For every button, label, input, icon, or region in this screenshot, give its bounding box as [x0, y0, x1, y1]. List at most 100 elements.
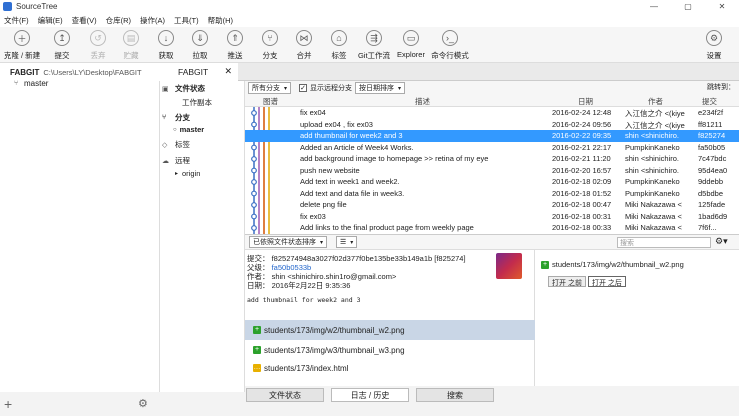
maximize-button[interactable]: ▢	[671, 0, 705, 13]
commit-hash: 125fade	[698, 200, 726, 209]
fetch-icon: ↓	[158, 30, 174, 46]
clone-button[interactable]: ＋ 克隆 / 新建	[4, 28, 40, 61]
file-sort-dropdown[interactable]: 已依照文件状态排序 ▾	[249, 236, 328, 248]
terminal-button[interactable]: ›_ 命令行模式	[431, 28, 469, 61]
branch-icon: ⑂	[14, 80, 19, 87]
commit-date: 2016-02-18 00:31	[552, 211, 612, 221]
nav-branch-master[interactable]: ○ master	[160, 125, 245, 134]
commit-author: shin <shinichiro.	[625, 154, 679, 163]
fetch-button[interactable]: ↓ 获取	[148, 28, 184, 61]
close-tab-icon[interactable]: ✕	[224, 66, 232, 77]
table-row[interactable]: delete png file 2016-02-18 00:47 Miki Naka…	[245, 199, 739, 211]
commit-author: Miki Nakazawa <	[625, 223, 682, 232]
commit-date: 2016-02-24 12:48	[552, 108, 612, 117]
table-row[interactable]: add background image to homepage >> reti…	[245, 153, 739, 165]
tag-button[interactable]: ⌂ 标签	[321, 28, 357, 61]
file-item[interactable]: + students/173/img/w2/thumbnail_w2.png	[245, 320, 535, 340]
table-row[interactable]: Add text and data file in week3. 2016-02-…	[245, 188, 739, 200]
gitflow-button[interactable]: ⇶ Git工作流	[356, 28, 392, 61]
commit-description: upload ex04 , fix ex03	[300, 119, 373, 129]
menu-edit[interactable]: 编辑(E)	[38, 15, 63, 26]
menu-view[interactable]: 查看(V)	[72, 15, 97, 26]
commit-author: PumpkinKaneko	[625, 188, 680, 198]
file-item[interactable]: … students/173/index.html	[245, 358, 535, 378]
branch-filter-dropdown[interactable]: 所有分支 ▾	[248, 82, 292, 94]
show-remote-checkbox[interactable]: ✓ 显示远程分支	[299, 83, 352, 93]
minimize-button[interactable]: —	[637, 0, 671, 13]
push-button[interactable]: ⇑ 推送	[217, 28, 253, 61]
menu-actions[interactable]: 操作(A)	[140, 15, 165, 26]
menu-repository[interactable]: 仓库(R)	[106, 15, 131, 26]
commit-author: PumpkinKaneko	[625, 142, 680, 152]
stash-button[interactable]: ▤ 贮藏	[113, 28, 149, 61]
discard-icon: ↺	[90, 30, 106, 46]
table-row[interactable]: fix ex04 2016-02-24 12:48 入江信之介 <(kiye e234…	[245, 107, 739, 119]
menu-tools[interactable]: 工具(T)	[174, 15, 199, 26]
nav-remotes[interactable]: ☁ 远程	[160, 155, 245, 166]
col-graph[interactable]: 图谱	[263, 96, 278, 107]
merge-button[interactable]: ⋈ 合并	[286, 28, 322, 61]
expand-arrow-icon[interactable]: ▸	[175, 170, 178, 177]
table-row[interactable]: Added an Article of Week4 Works. 2016-02-…	[245, 142, 739, 154]
repo-sidebar-footer: + ⚙	[0, 392, 160, 416]
table-row[interactable]: upload ex04 , fix ex03 2016-02-24 09:56 入江…	[245, 119, 739, 131]
explorer-button[interactable]: ▭ Explorer	[393, 28, 429, 59]
commit-message: add thumbnail for week2 and 3	[247, 296, 361, 304]
current-branch[interactable]: ⑂ master	[0, 79, 159, 88]
commit-description: Add text in week1 and week2.	[300, 177, 400, 186]
col-author[interactable]: 作者	[648, 96, 663, 107]
table-row[interactable]: Add text in week1 and week2. 2016-02-18 0…	[245, 176, 739, 188]
commit-log-table: 图谱 描述 日期 作者 提交 fix ex04 2016-02-24 12:48 入…	[245, 95, 739, 234]
sort-order-dropdown[interactable]: 按日期排序 ▾	[355, 82, 406, 94]
commit-button[interactable]: ↥ 提交	[44, 28, 80, 61]
menu-file[interactable]: 文件(F)	[4, 15, 29, 26]
view-mode-dropdown[interactable]: ☰ ▾	[336, 236, 358, 248]
list-icon: ☰	[340, 239, 347, 246]
commit-date: 2016-02-18 02:09	[552, 177, 612, 186]
tab-log-history[interactable]: 日志 / 历史	[331, 388, 409, 402]
chevron-down-icon: ▾	[284, 85, 288, 92]
nav-tags[interactable]: ◇ 标签	[160, 139, 245, 150]
file-item[interactable]: + students/173/img/w3/thumbnail_w3.png	[245, 340, 535, 360]
nav-remote-origin[interactable]: ▸ origin	[160, 169, 245, 178]
menu-help[interactable]: 帮助(H)	[208, 15, 233, 26]
table-row[interactable]: add thumbnail for week2 and 3 2016-02-22 …	[245, 130, 739, 142]
added-file-icon: +	[253, 346, 261, 354]
col-date[interactable]: 日期	[578, 96, 593, 107]
commit-author: PumpkinKaneko	[625, 177, 680, 186]
nav-file-status[interactable]: ▣ 文件状态	[160, 83, 245, 94]
col-commit[interactable]: 提交	[702, 96, 717, 107]
avatar	[496, 253, 522, 279]
close-window-button[interactable]: ✕	[705, 0, 739, 13]
gear-icon[interactable]: ⚙	[138, 397, 148, 410]
tab-fabgit[interactable]: FABGIT ✕	[160, 63, 238, 81]
table-row[interactable]: push new website 2016-02-20 16:57 shin <sh…	[245, 165, 739, 177]
pull-button[interactable]: ⇓ 拉取	[182, 28, 218, 61]
tab-file-status[interactable]: 文件状态	[246, 388, 324, 402]
tab-search[interactable]: 搜索	[416, 388, 494, 402]
search-input[interactable]: 搜索	[617, 237, 711, 248]
col-description[interactable]: 描述	[415, 96, 430, 107]
branch-button[interactable]: ⑂ 分支	[252, 28, 288, 61]
open-before-button[interactable]: 打开 之前	[548, 276, 586, 287]
nav-branches[interactable]: ⑂ 分支	[160, 112, 245, 123]
add-repo-icon[interactable]: +	[4, 396, 12, 412]
current-branch-icon: ○	[173, 126, 177, 133]
commit-hash: ff81211	[698, 119, 723, 129]
branch-icon: ⑂	[262, 30, 278, 46]
chevron-down-icon: ▾	[398, 85, 402, 92]
discard-button[interactable]: ↺ 丢弃	[80, 28, 116, 61]
jump-to[interactable]: 跳转到：	[707, 82, 735, 92]
diff-file-header: + students/173/img/w2/thumbnail_w2.png	[541, 260, 684, 269]
nav-working-copy[interactable]: 工作副本	[160, 97, 245, 108]
commit-author: Miki Nakazawa <	[625, 200, 682, 209]
settings-button[interactable]: ⚙ 设置	[696, 28, 732, 61]
gear-icon[interactable]: ⚙▾	[715, 236, 728, 247]
commit-author: shin <shinichiro.	[625, 165, 679, 175]
commit-hash: 1bad6d9	[698, 211, 728, 221]
table-row[interactable]: fix ex03 2016-02-18 00:31 Miki Nakazawa < 1…	[245, 211, 739, 223]
open-after-button[interactable]: 打开 之后	[587, 276, 626, 287]
repo-name: FABGIT	[10, 67, 40, 77]
commit-date: 2016-02-18 00:33	[552, 223, 612, 232]
table-row[interactable]: Add links to the final product page from…	[245, 222, 739, 234]
